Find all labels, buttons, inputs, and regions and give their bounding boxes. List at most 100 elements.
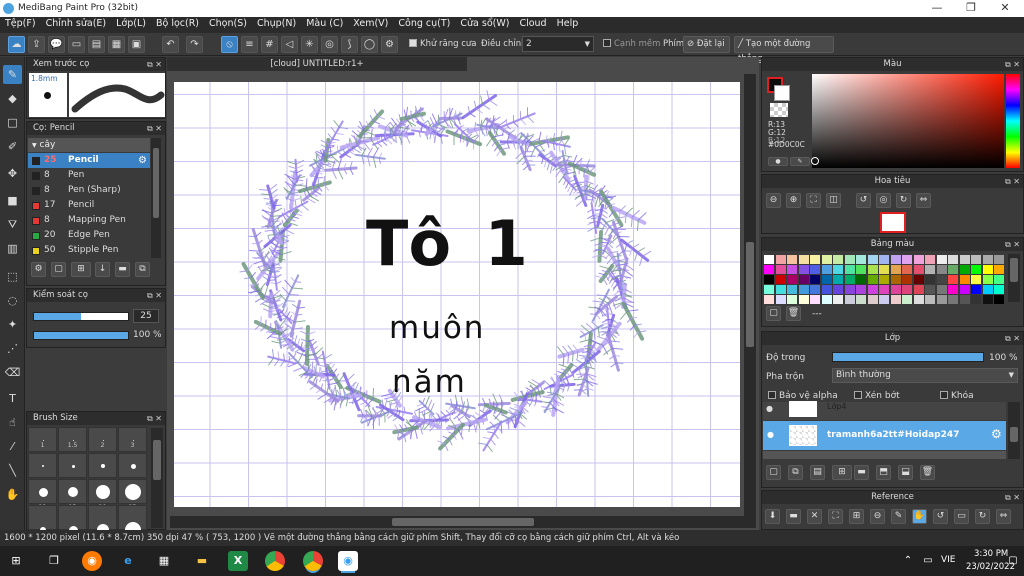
minimize-button[interactable]: — xyxy=(920,1,954,16)
palette-swatch[interactable] xyxy=(798,265,809,274)
menu-window[interactable]: Cửa sổ(W) xyxy=(455,17,514,33)
new-brush-icon[interactable]: ▢ xyxy=(51,262,66,277)
clear-layer-icon[interactable]: ⬓ xyxy=(898,465,913,480)
palette-swatch[interactable] xyxy=(982,275,993,284)
menu-capture[interactable]: Chụp(N) xyxy=(252,17,301,33)
eyedrop-color-icon[interactable]: ✎ xyxy=(790,157,810,166)
brush-size-cell[interactable] xyxy=(28,505,57,533)
palette-swatch[interactable] xyxy=(867,255,878,264)
palette-swatch[interactable] xyxy=(902,285,912,294)
palette-swatch[interactable] xyxy=(994,285,1004,294)
layer-row-selected[interactable]: ● tramanh6a2tt#Hoidap247 ⚙ xyxy=(763,421,1006,450)
copy-layer-icon[interactable]: ⧉ xyxy=(788,465,803,480)
scroll-thumb[interactable] xyxy=(746,242,754,347)
palette-swatch[interactable] xyxy=(879,295,889,304)
rotate-left-icon[interactable]: ↺ xyxy=(856,193,871,208)
palette-swatch[interactable] xyxy=(959,285,970,294)
brush-size-cell[interactable]: 25 xyxy=(118,479,147,511)
hand-tool-icon[interactable]: ✋ xyxy=(3,485,22,504)
palette-swatch[interactable] xyxy=(994,265,1004,274)
zoom-fit-ref-icon[interactable]: ⊞ xyxy=(849,509,864,524)
palette-swatch[interactable] xyxy=(936,265,947,274)
brush-menu-icon[interactable]: ⊞ xyxy=(71,262,91,277)
gear-icon[interactable]: ⚙ xyxy=(138,153,147,168)
file-explorer-icon[interactable]: ▬ xyxy=(192,551,212,571)
palette-swatch[interactable] xyxy=(844,265,855,274)
palette-swatch[interactable] xyxy=(902,265,912,274)
palette-swatch[interactable] xyxy=(810,265,820,274)
actual-ref-icon[interactable]: ▭ xyxy=(954,509,969,524)
palette-swatch[interactable] xyxy=(890,265,901,274)
palette-swatch[interactable] xyxy=(775,265,786,274)
palette-swatch[interactable] xyxy=(948,275,958,284)
selection-tool-icon[interactable]: ⬚ xyxy=(3,267,22,286)
palette-swatch[interactable] xyxy=(867,285,878,294)
brush-size-cell[interactable] xyxy=(118,453,147,478)
palette-swatch[interactable] xyxy=(959,255,970,264)
palette-swatch[interactable] xyxy=(890,275,901,284)
fill-rect-tool-icon[interactable]: ■ xyxy=(3,191,22,210)
palette-swatch[interactable] xyxy=(775,255,786,264)
close-button[interactable]: ✕ xyxy=(988,1,1022,16)
palette-swatch[interactable] xyxy=(787,265,797,274)
canvas-paper[interactable]: Tô 1 muôn năm xyxy=(174,82,740,507)
menu-filter[interactable]: Bộ lọc(R) xyxy=(151,17,204,33)
circle-snap-icon[interactable]: ◎ xyxy=(321,36,338,53)
chrome-icon-2[interactable] xyxy=(303,551,323,571)
palette-swatch[interactable] xyxy=(913,275,924,284)
palette-swatch[interactable] xyxy=(867,275,878,284)
palette-swatch[interactable] xyxy=(925,265,935,274)
download-brush-icon[interactable]: ↓ xyxy=(95,262,110,277)
snap-settings-icon[interactable]: ⚙ xyxy=(381,36,398,53)
palette-swatch[interactable] xyxy=(798,275,809,284)
palette-swatch[interactable] xyxy=(982,285,993,294)
palette-swatch[interactable] xyxy=(810,255,820,264)
palette-swatch[interactable] xyxy=(787,255,797,264)
brush-size-cell[interactable] xyxy=(88,505,117,536)
menu-tools[interactable]: Công cụ(T) xyxy=(393,17,455,33)
hand-ref-icon[interactable]: ✋ xyxy=(912,509,927,524)
palette-swatch[interactable] xyxy=(787,275,797,284)
menu-color[interactable]: Màu (C) xyxy=(301,17,348,33)
grid-icon[interactable]: ▣ xyxy=(128,36,145,53)
palette-swatch[interactable] xyxy=(867,295,878,304)
palette-swatch[interactable] xyxy=(833,275,843,284)
palette-swatch[interactable] xyxy=(764,265,774,274)
navigator-thumbnail[interactable] xyxy=(880,212,906,233)
rotate-right-ref-icon[interactable]: ↻ xyxy=(975,509,990,524)
menu-select[interactable]: Chọn(S) xyxy=(204,17,252,33)
brush-item[interactable]: 17 Pencil xyxy=(28,198,150,213)
palette-swatch[interactable] xyxy=(994,295,1004,304)
panel-menu-icon[interactable]: ⧉ ✕ xyxy=(1005,58,1020,71)
palette-swatch[interactable] xyxy=(821,285,832,294)
page-icon[interactable]: ▤ xyxy=(88,36,105,53)
folder-icon[interactable]: ▬ xyxy=(115,262,130,277)
lasso-tool-icon[interactable]: ◌ xyxy=(3,291,22,310)
cloud-icon[interactable]: ☁ xyxy=(8,36,25,53)
palette-swatch[interactable] xyxy=(936,255,947,264)
palette-swatch[interactable] xyxy=(890,255,901,264)
scroll-thumb[interactable] xyxy=(392,518,534,526)
palette-swatch[interactable] xyxy=(959,275,970,284)
panel-menu-icon[interactable]: ⧉ ✕ xyxy=(147,58,162,71)
copy-brush-icon[interactable]: ⧉ xyxy=(135,262,150,277)
palette-swatch[interactable] xyxy=(879,285,889,294)
gear-icon[interactable]: ⚙ xyxy=(991,427,1002,441)
ellipse-snap-icon[interactable]: ◯ xyxy=(361,36,378,53)
task-view-icon[interactable]: ❐ xyxy=(44,551,64,571)
palette-swatch[interactable] xyxy=(810,295,820,304)
add-layer-menu-icon[interactable]: ⊞ xyxy=(832,465,852,480)
palette-swatch[interactable] xyxy=(867,265,878,274)
brush-tool-icon[interactable]: ✎ xyxy=(3,65,22,84)
curve-snap-icon[interactable]: ⟆ xyxy=(341,36,358,53)
palette-swatch[interactable] xyxy=(821,295,832,304)
palette-swatch[interactable] xyxy=(879,255,889,264)
new-palette-icon[interactable]: ▢ xyxy=(766,306,781,321)
rotate-right-icon[interactable]: ↻ xyxy=(896,193,911,208)
palette-swatch[interactable] xyxy=(971,265,981,274)
brush-item[interactable]: 8 Mapping Pen xyxy=(28,213,150,228)
language-indicator[interactable]: VIE xyxy=(941,555,956,565)
palette-swatch[interactable] xyxy=(925,295,935,304)
palette-swatch[interactable] xyxy=(948,295,958,304)
chat-icon[interactable]: ▭ xyxy=(68,36,85,53)
